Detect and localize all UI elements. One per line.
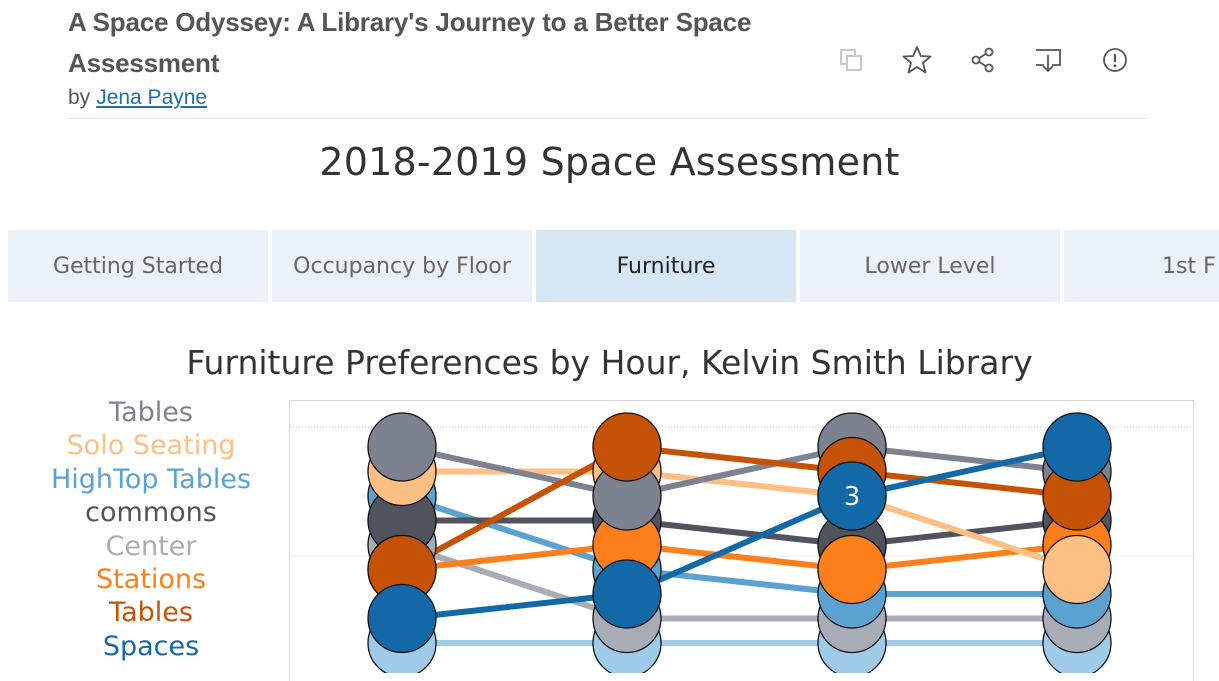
dashboard-tabs: Getting Started Occupancy by Floor Furni… <box>8 230 1219 302</box>
legend-commons[interactable]: commons <box>30 496 272 529</box>
author-link[interactable]: Jena Payne <box>96 86 207 109</box>
share-icon[interactable] <box>963 42 1003 78</box>
legend-spaces[interactable]: Spaces <box>30 630 272 663</box>
bump-chart: 3 <box>289 400 1194 681</box>
bump-chart-svg: 3 <box>290 412 1193 673</box>
data-point[interactable] <box>367 583 437 654</box>
copy-icon[interactable] <box>831 42 871 78</box>
viz-title: A Space Odyssey: A Library's Journey to … <box>68 7 752 78</box>
download-icon[interactable] <box>1028 42 1068 78</box>
data-point[interactable] <box>367 412 437 482</box>
legend-stations[interactable]: Stations <box>30 563 272 596</box>
data-point[interactable] <box>592 412 662 482</box>
star-icon[interactable] <box>897 42 937 78</box>
series-line <box>400 443 1078 573</box>
chart-title: Furniture Preferences by Hour, Kelvin Sm… <box>186 343 1033 382</box>
legend-tables-gray[interactable]: Tables <box>30 396 272 429</box>
tab-getting-started[interactable]: Getting Started <box>8 230 268 302</box>
chart-legend: Tables Solo Seating HighTop Tables commo… <box>30 396 272 663</box>
legend-solo-seating[interactable]: Solo Seating <box>30 429 272 462</box>
data-label: 3 <box>844 482 861 512</box>
info-icon[interactable] <box>1095 42 1135 78</box>
tab-lower-level[interactable]: Lower Level <box>800 230 1060 302</box>
dashboard-title: 2018-2019 Space Assessment <box>319 140 900 184</box>
tab-1st-floor[interactable]: 1st F <box>1064 230 1219 302</box>
by-label: by <box>68 86 91 109</box>
legend-tables-orange[interactable]: Tables <box>30 596 272 629</box>
data-point[interactable] <box>1042 412 1112 482</box>
data-point[interactable] <box>592 559 662 629</box>
byline: by Jena Payne <box>68 86 207 110</box>
series-line <box>402 517 1078 549</box>
data-point[interactable] <box>1042 534 1112 605</box>
tab-occupancy-by-floor[interactable]: Occupancy by Floor <box>272 230 532 302</box>
header-divider <box>68 118 1150 119</box>
tab-furniture[interactable]: Furniture <box>536 230 796 302</box>
legend-center[interactable]: Center <box>30 530 272 563</box>
data-point[interactable] <box>817 534 887 605</box>
series-line <box>401 541 1078 573</box>
legend-hightop-tables[interactable]: HighTop Tables <box>30 463 272 496</box>
